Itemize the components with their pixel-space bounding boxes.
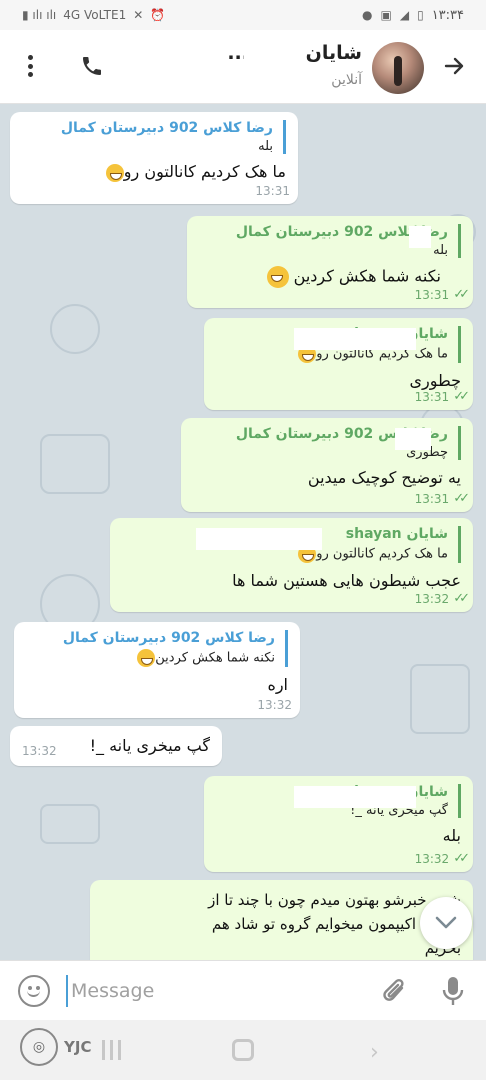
- phone-icon[interactable]: [74, 48, 110, 84]
- message-time: 13:32: [414, 851, 450, 866]
- mic-icon[interactable]: [436, 973, 470, 1009]
- message-text: عجب شیطون هایی هستین شما ها: [232, 571, 461, 590]
- reply-text: نکنه شما هکش کردین: [155, 650, 275, 666]
- message-bubble-incoming[interactable]: رضا کلاس 902 دبیرستان کمال نکنه شما هکش …: [14, 622, 300, 718]
- message-bubble-outgoing[interactable]: شایان shayan ما هک کردیم کانالتون رو عجب…: [110, 518, 473, 612]
- doodle-shape: [50, 304, 100, 354]
- grinning-emoji-icon: [266, 266, 289, 288]
- message-time: 13:32: [22, 744, 57, 758]
- message-bubble-incoming[interactable]: رضا کلاس 902 دبیرستان کمال بله ما هک کرد…: [10, 112, 298, 204]
- read-ticks-icon: ✓✓: [453, 851, 470, 866]
- message-text: اره: [267, 675, 288, 694]
- chat-header: شایان ' sha... آنلاین: [0, 30, 486, 104]
- message-time: 13:32: [257, 698, 292, 712]
- message-text: بله: [442, 826, 461, 845]
- message-text: نکنه شما هکش کردین: [293, 266, 441, 286]
- message-time: 13:32: [414, 591, 450, 606]
- redacted-block: [395, 428, 431, 450]
- emoji-icon[interactable]: [18, 975, 50, 1007]
- reply-sender: رضا کلاس 902 دبیرستان کمال: [62, 630, 275, 646]
- more-vert-icon[interactable]: [20, 52, 40, 80]
- notification-icons: ▮ ılı ılı: [22, 8, 57, 22]
- avatar[interactable]: [372, 42, 424, 94]
- message-bubble-incoming[interactable]: گپ میخری یانه _! 13:32: [10, 726, 222, 766]
- mute-icon: ✕: [133, 8, 144, 22]
- message-bubble-outgoing[interactable]: رضا کلاس 902 دبیرستان کمال چطوری یه توضی…: [181, 418, 473, 512]
- read-ticks-icon: ✓✓: [453, 389, 470, 404]
- battery-icon: ▯: [417, 8, 424, 22]
- redacted-block: [294, 328, 416, 350]
- status-bar: ▮ ılı ılı 4G VoLTE1 ✕ ⏰ ● ▣ ◢ ▯ ۱۳:۳۴: [0, 0, 486, 30]
- reply-preview[interactable]: رضا کلاس 902 دبیرستان کمال نکنه شما هکش …: [26, 630, 288, 667]
- alarm-icon: ⏰: [150, 8, 166, 22]
- online-status: آنلاین: [331, 72, 362, 88]
- message-text-line: شنبه خبرشو بهتون میدم چون با چند تا از: [208, 891, 461, 909]
- nav-back-icon[interactable]: ›: [370, 1040, 379, 1065]
- doodle-shape: [40, 804, 100, 844]
- message-time: 13:31: [414, 287, 450, 302]
- arrow-right-icon[interactable]: [440, 52, 468, 80]
- redacted-block: [409, 226, 431, 248]
- scroll-down-button[interactable]: [420, 897, 472, 949]
- doodle-shape: [410, 664, 470, 734]
- reply-text: بله: [258, 139, 273, 154]
- watermark: ◎ YJC: [20, 1028, 91, 1066]
- attach-icon[interactable]: [378, 973, 412, 1009]
- message-time: 13:31: [414, 491, 450, 506]
- redacted-block: [244, 42, 302, 68]
- chat-area[interactable]: رضا کلاس 902 دبیرستان کمال بله ما هک کرد…: [0, 104, 486, 960]
- grinning-emoji-icon: [137, 649, 156, 667]
- message-bubble[interactable]: شنبه خبرشو بهتون میدم چون با چند تا از ه…: [90, 880, 473, 960]
- dot-icon: ●: [362, 8, 373, 22]
- read-ticks-icon: ✓✓: [453, 491, 470, 506]
- message-time: 13:31: [414, 389, 450, 404]
- message-text: چطوری: [409, 371, 461, 390]
- message-bubble-outgoing[interactable]: شایان shayan ما هک کردیم کانالتون رو چطو…: [204, 318, 473, 410]
- message-text-row: ما هک کردیم کانالتون رو: [22, 162, 286, 182]
- network-label: 4G VoLTE1: [63, 8, 127, 22]
- status-time: ۱۳:۳۴: [431, 7, 464, 23]
- app-icon: ▣: [380, 8, 392, 22]
- system-nav-bar: ◎ YJC ›: [0, 1020, 486, 1080]
- doodle-shape: [40, 434, 110, 494]
- message-text: ما هک کردیم کانالتون رو: [123, 162, 286, 181]
- composer-bar: [0, 960, 486, 1020]
- message-bubble-outgoing[interactable]: رضا کلاس 902 دبیرستان کمال بله نکنه شما …: [187, 216, 473, 308]
- reply-sender: رضا کلاس 902 دبیرستان کمال: [60, 120, 273, 136]
- message-text: یه توضیح کوچیک میدین: [307, 468, 461, 487]
- signal-icon: ◢: [399, 8, 410, 22]
- recent-apps-button[interactable]: [100, 1040, 122, 1060]
- home-button[interactable]: [232, 1039, 254, 1061]
- message-text-row: نکنه شما هکش کردین: [199, 266, 461, 288]
- message-bubble-outgoing[interactable]: شایان shayan گپ میخری یانه _! بله 13:32✓…: [204, 776, 473, 872]
- reply-text-row: نکنه شما هکش کردین: [26, 649, 275, 667]
- message-text-line: بخریم: [102, 936, 461, 960]
- yjc-logo-icon: ◎: [20, 1028, 58, 1066]
- redacted-block: [294, 786, 416, 808]
- reply-text: ما هک کردیم کانالتون رو: [316, 546, 448, 562]
- message-time: 13:31: [255, 184, 290, 198]
- grinning-emoji-icon: [105, 163, 124, 182]
- watermark-text: YJC: [64, 1038, 92, 1056]
- reply-preview[interactable]: رضا کلاس 902 دبیرستان کمال بله: [22, 120, 286, 154]
- message-text-line: های اکیپمون میخوایم گروه تو شاد هم: [211, 915, 445, 933]
- read-ticks-icon: ✓✓: [453, 287, 470, 302]
- redacted-block: [196, 528, 322, 550]
- read-ticks-icon: ✓✓: [453, 591, 470, 606]
- message-input[interactable]: [66, 975, 356, 1007]
